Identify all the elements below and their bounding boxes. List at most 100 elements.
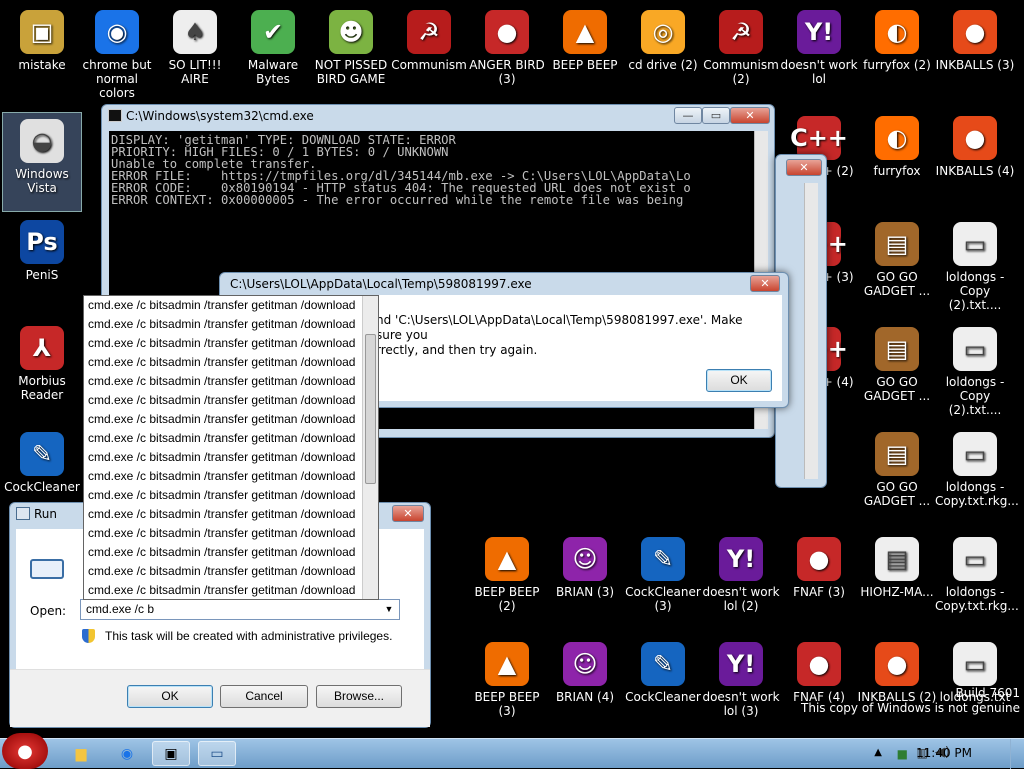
maximize-icon[interactable]: ▭ <box>702 107 730 124</box>
close-icon[interactable]: ✕ <box>750 275 780 292</box>
desktop-icon-loldongs-2[interactable]: ▭ loldongs - Copy (2).txt.... <box>935 216 1015 316</box>
desktop-icon-brian-4[interactable]: ☺ BRIAN (4) <box>545 636 625 736</box>
desktop-icon-communism-2[interactable]: ☭ Communism (2) <box>701 4 781 104</box>
autocomplete-item[interactable]: cmd.exe /c bitsadmin /transfer getitman … <box>84 410 364 429</box>
desktop-icon-pissed-bird[interactable]: ☻ NOT PISSED BIRD GAME <box>311 4 391 104</box>
desktop-icon-loldongs-c2[interactable]: ▭ loldongs - Copy.txt.rkg... <box>935 531 1019 631</box>
desktop-icon-label: BEEP BEEP <box>552 58 618 72</box>
clock[interactable]: 11:40 PM <box>916 746 972 760</box>
autocomplete-list[interactable]: cmd.exe /c bitsadmin /transfer getitman … <box>83 295 379 600</box>
desktop-icon-label: cd drive (2) <box>628 58 698 72</box>
autocomplete-item[interactable]: cmd.exe /c bitsadmin /transfer getitman … <box>84 353 364 372</box>
anger-bird-icon: ● <box>485 10 529 54</box>
explorer-taskbar-button[interactable]: ▆ <box>62 741 100 766</box>
autocomplete-item[interactable]: cmd.exe /c bitsadmin /transfer getitman … <box>84 296 364 315</box>
photoshop-icon: Ps <box>20 220 64 264</box>
desktop-icon-yahoo-3[interactable]: Y! doesn't work lol (3) <box>701 636 781 736</box>
desktop-icon-gogo-3[interactable]: ▤ GO GO GADGET ... <box>857 426 937 526</box>
open-input-value: cmd.exe /c b <box>86 602 155 616</box>
cmd-taskbar-button[interactable]: ▣ <box>152 741 190 766</box>
desktop-icon-beep-2[interactable]: ▲ BEEP BEEP (2) <box>467 531 547 631</box>
show-desktop-button[interactable] <box>1010 739 1024 769</box>
autocomplete-item[interactable]: cmd.exe /c bitsadmin /transfer getitman … <box>84 334 364 353</box>
cancel-button[interactable]: Cancel <box>220 685 308 708</box>
autocomplete-item[interactable]: cmd.exe /c bitsadmin /transfer getitman … <box>84 505 364 524</box>
run-taskbar-button[interactable]: ▭ <box>198 741 236 766</box>
genuine-notice: Build 7601 This copy of Windows is not g… <box>801 686 1020 716</box>
desktop-icon-beep-3[interactable]: ▲ BEEP BEEP (3) <box>467 636 547 736</box>
desktop-icon-inkballs-4[interactable]: ● INKBALLS (4) <box>935 110 1015 210</box>
hiohz-icon: ▤ <box>875 537 919 581</box>
autocomplete-item[interactable]: cmd.exe /c bitsadmin /transfer getitman … <box>84 486 364 505</box>
action-center-icon[interactable]: ■ <box>897 747 908 761</box>
desktop-icon-mistake[interactable]: ▣ mistake <box>2 4 82 104</box>
desktop-icon-label: ANGER BIRD (3) <box>469 58 545 86</box>
desktop-icon-chrome[interactable]: ◉ chrome but normal colors <box>77 4 157 104</box>
start-button[interactable]: ● <box>2 733 48 769</box>
autocomplete-item[interactable]: cmd.exe /c bitsadmin /transfer getitman … <box>84 543 364 562</box>
autocomplete-item[interactable]: cmd.exe /c bitsadmin /transfer getitman … <box>84 448 364 467</box>
autocomplete-item[interactable]: cmd.exe /c bitsadmin /transfer getitman … <box>84 429 364 448</box>
autocomplete-item[interactable]: cmd.exe /c bitsadmin /transfer getitman … <box>84 562 364 581</box>
desktop-icon-brian-3[interactable]: ☺ BRIAN (3) <box>545 531 625 631</box>
desktop-icon-label: furryfox (2) <box>863 58 931 72</box>
folder-icon: ▆ <box>75 745 87 762</box>
desktop-icon-windows-vista[interactable]: ◒ Windows Vista <box>2 112 82 212</box>
desktop-icon-label: INKBALLS (3) <box>935 58 1015 72</box>
scroll-thumb[interactable] <box>365 334 376 484</box>
desktop-icon-beep-beep[interactable]: ▲ BEEP BEEP <box>545 4 625 104</box>
build-number: Build 7601 <box>955 686 1020 700</box>
close-icon[interactable]: ✕ <box>730 107 770 124</box>
desktop-icon-fnaf-3[interactable]: ● FNAF (3) <box>779 531 859 631</box>
desktop-icon-loldongs-c[interactable]: ▭ loldongs - Copy.txt.rkg... <box>935 426 1019 526</box>
desktop-icon-photoshop[interactable]: Ps PeniS <box>2 214 82 314</box>
minimize-icon[interactable]: — <box>674 107 702 124</box>
desktop-icon-cd-drive[interactable]: ◎ cd drive (2) <box>623 4 703 104</box>
desktop-icon-cockcleaner-3[interactable]: ✎ CockCleaner (3) <box>623 531 703 631</box>
desktop-icon-label: PeniS <box>25 268 59 282</box>
malware-icon: ✔ <box>251 10 295 54</box>
desktop-icon-gogo-2[interactable]: ▤ GO GO GADGET ... <box>857 321 937 421</box>
desktop-icon-gogo-1[interactable]: ▤ GO GO GADGET ... <box>857 216 937 316</box>
desktop-icon-hiohz[interactable]: ▤ HIOHZ-MA... <box>857 531 937 631</box>
desktop-icon-furryfox-1[interactable]: ◐ furryfox <box>857 110 937 210</box>
run-icon: ▭ <box>210 745 224 762</box>
close-icon[interactable]: ✕ <box>392 505 424 522</box>
show-hidden-icons[interactable]: ▲ <box>874 747 882 758</box>
desktop-icon-communism[interactable]: ☭ Communism <box>389 4 469 104</box>
desktop-icon-inkballs-3[interactable]: ● INKBALLS (3) <box>935 4 1015 104</box>
desktop-icon-malware[interactable]: ✔ Malware Bytes <box>233 4 313 104</box>
browse-button[interactable]: Browse... <box>316 685 402 708</box>
furryfox-1-icon: ◐ <box>875 116 919 160</box>
autocomplete-item[interactable]: cmd.exe /c bitsadmin /transfer getitman … <box>84 524 364 543</box>
autocomplete-item[interactable]: cmd.exe /c bitsadmin /transfer getitman … <box>84 372 364 391</box>
background-scrollbar[interactable] <box>804 183 818 479</box>
desktop-icon-furryfox[interactable]: ◐ furryfox (2) <box>857 4 937 104</box>
desktop-icon-yahoo[interactable]: Y! doesn't work lol <box>779 4 859 104</box>
desktop-icon-label: GO GO GADGET ... <box>863 375 931 403</box>
error-message-line1: nd 'C:\Users\LOL\AppData\Local\Temp\5980… <box>376 313 743 342</box>
autocomplete-item[interactable]: cmd.exe /c bitsadmin /transfer getitman … <box>84 391 364 410</box>
desktop-icon-solitaire[interactable]: ♠ SO LIT!!! AIRE <box>155 4 235 104</box>
desktop-icon-loldongs-2b[interactable]: ▭ loldongs - Copy (2).txt.... <box>935 321 1015 421</box>
ok-button[interactable]: OK <box>127 685 213 708</box>
close-icon[interactable]: ✕ <box>786 159 822 176</box>
autocomplete-scrollbar[interactable] <box>362 296 378 599</box>
autocomplete-item[interactable]: cmd.exe /c bitsadmin /transfer getitman … <box>84 467 364 486</box>
desktop-icon-reader[interactable]: ⅄ Morbius Reader <box>2 320 82 420</box>
error-titlebar[interactable]: C:\Users\LOL\AppData\Local\Temp\59808199… <box>220 273 788 295</box>
desktop-icon-cockcleaner-b[interactable]: ✎ CockCleaner <box>623 636 703 736</box>
open-input[interactable]: cmd.exe /c b ▼ <box>80 599 400 620</box>
chevron-down-icon[interactable]: ▼ <box>381 600 397 619</box>
desktop-icon-yahoo-2[interactable]: Y! doesn't work lol (2) <box>701 531 781 631</box>
communism-2-icon: ☭ <box>719 10 763 54</box>
desktop-icon-label: Morbius Reader <box>18 374 66 402</box>
desktop-icon-anger-bird[interactable]: ● ANGER BIRD (3) <box>467 4 547 104</box>
chrome-taskbar-button[interactable]: ◉ <box>108 741 146 766</box>
loldongs-2-icon: ▭ <box>953 222 997 266</box>
error-ok-button[interactable]: OK <box>706 369 772 392</box>
autocomplete-item[interactable]: cmd.exe /c bitsadmin /transfer getitman … <box>84 315 364 334</box>
console-line: ERROR CONTEXT: 0x00000005 - The error oc… <box>111 193 684 207</box>
desktop-icon-label: chrome but normal colors <box>82 58 152 100</box>
autocomplete-item[interactable]: cmd.exe /c bitsadmin /transfer getitman … <box>84 581 364 599</box>
